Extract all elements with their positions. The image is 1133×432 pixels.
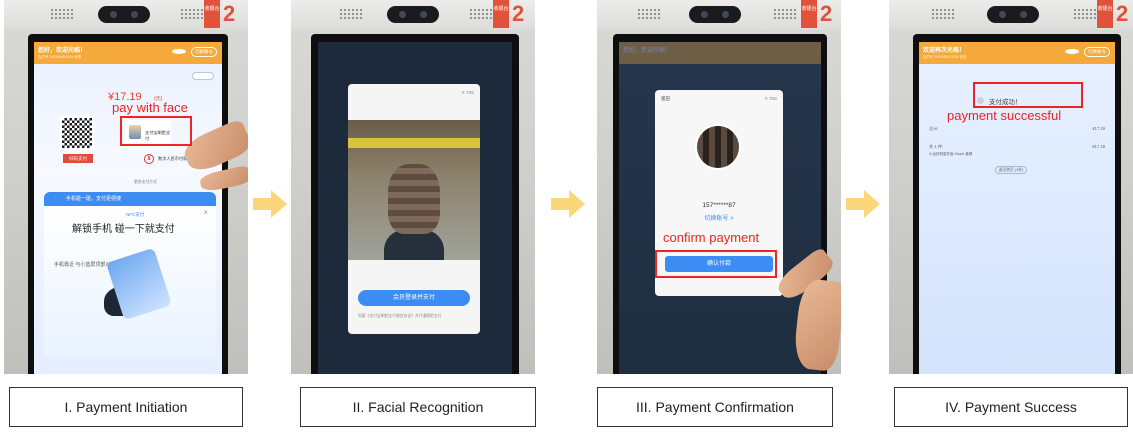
switch-account-button[interactable]: 切换账号 <box>1084 47 1110 57</box>
speaker-grille-icon <box>931 8 955 20</box>
person-shoulders <box>384 230 444 260</box>
back-button[interactable] <box>192 72 214 80</box>
timer[interactable]: X 78S <box>765 96 777 101</box>
user-avatar <box>695 124 741 170</box>
nfc-label: NFC支付 <box>126 212 145 217</box>
speaker-grille-icon <box>637 8 661 20</box>
kiosk-screen: X 78S 会员登录并支付 同意《支付宝刷脸支付服务协议》并开通刷脸支付 <box>318 42 512 374</box>
store-label: 蜜田 <box>661 96 670 101</box>
annotation-box <box>655 250 777 278</box>
kiosk-screen: 您好，欢迎光临！ 蜜田 X 78S 157******87 切换账号 > 确认付… <box>619 42 821 374</box>
screen-header-dimmed: 您好，欢迎光临！ <box>619 42 821 64</box>
caption-step-3: III. Payment Confirmation <box>597 387 833 427</box>
arrow-right-icon <box>846 190 880 218</box>
annotation-box <box>120 116 192 146</box>
counter-number: 2 <box>223 1 236 26</box>
counter-tag: 收银台 <box>204 0 220 28</box>
speaker-grille-icon <box>50 8 74 20</box>
header-title: 您好，欢迎光临！ <box>623 48 672 54</box>
close-icon[interactable]: × <box>203 208 208 217</box>
camera-icon <box>98 6 150 23</box>
kiosk-photo: 收银台 2 您好，欢迎光临！ 蜜田 X 78S 157******87 切换账号… <box>597 0 841 374</box>
panel-payment-confirmation: 收银台 2 您好，欢迎光临！ 蜜田 X 78S 157******87 切换账号… <box>597 0 841 374</box>
camera-icon <box>689 6 741 23</box>
header-title: 您好，欢迎光临！ <box>38 48 87 54</box>
speaker-grille-icon <box>180 8 204 20</box>
camera-preview <box>348 120 480 260</box>
arrow-right-icon <box>253 190 287 218</box>
switch-account-button[interactable]: 切换账号 <box>191 47 217 57</box>
panel-facial-recognition: 收银台 2 X 78S 会员登录并支付 同意《支付宝刷脸支付服务协议》并开通刷脸… <box>291 0 535 374</box>
more-payment-options[interactable]: 更多支付方式 <box>134 180 157 185</box>
screen-header: 欢迎再次光临！ 会员号 2023060001234 优惠 切换账号 <box>919 42 1115 64</box>
header-subtitle: 会员号 2023060001234 优惠 <box>38 55 82 59</box>
account-number: 157******87 <box>702 202 736 209</box>
switch-account-link[interactable]: 切换账号 > <box>655 213 783 222</box>
kiosk-photo: 收银台 2 您好，欢迎光临！ 会员号 2023060001234 优惠 切换账号… <box>4 0 248 374</box>
ecny-icon: ¥ <box>144 154 154 164</box>
panel-payment-success: 收银台 2 欢迎再次光临！ 会员号 2023060001234 优惠 切换账号 … <box>889 0 1133 374</box>
annotation-label: confirm payment <box>663 230 760 245</box>
face-scan-modal: X 78S 会员登录并支付 同意《支付宝刷脸支付服务协议》并开通刷脸支付 <box>348 84 480 334</box>
counter-number: 2 <box>512 1 525 26</box>
nfc-card: NFC支付 解锁手机 碰一下就支付 手机靠近 与小蓝屏顶部对齐 × <box>44 206 216 356</box>
header-title: 欢迎再次光临！ <box>923 48 966 54</box>
total-value: ¥17.19 <box>1092 126 1105 131</box>
speaker-grille-icon <box>339 8 363 20</box>
panel-payment-initiation: 收银台 2 您好，欢迎光临！ 会员号 2023060001234 优惠 切换账号… <box>4 0 248 374</box>
item-value: ¥17.19 <box>1092 144 1105 149</box>
tap-hint: 手机靠近 与小蓝屏顶部对齐 <box>54 262 116 268</box>
agreement-note[interactable]: 同意《支付宝刷脸支付服务协议》并开通刷脸支付 <box>358 314 442 319</box>
speaker-grille-icon <box>1073 8 1097 20</box>
annotation-label: payment successful <box>947 108 1062 123</box>
caption-step-2: II. Facial Recognition <box>300 387 536 427</box>
qr-code-icon <box>60 116 94 150</box>
kiosk-photo: 收银台 2 X 78S 会员登录并支付 同意《支付宝刷脸支付服务协议》并开通刷脸… <box>291 0 535 374</box>
camera-icon <box>387 6 439 23</box>
counter-tag: 收银台 <box>493 0 509 28</box>
screen-header: 您好，欢迎光临！ 会员号 2023060001234 优惠 切换账号 <box>34 42 222 64</box>
background-shelf <box>348 138 480 148</box>
speaker-grille-icon <box>469 8 493 20</box>
tap-to-pay-banner: 手机碰一碰，支付更便捷 <box>44 192 216 206</box>
counter-number: 2 <box>1116 1 1129 26</box>
annotation-box <box>973 82 1083 108</box>
kiosk-photo: 收银台 2 欢迎再次光临！ 会员号 2023060001234 优惠 切换账号 … <box>889 0 1133 374</box>
tap-title: 解锁手机 碰一下就支付 <box>72 224 175 235</box>
camera-icon <box>987 6 1039 23</box>
header-subtitle: 会员号 2023060001234 优惠 <box>923 55 967 59</box>
kiosk-screen: 您好，欢迎光临！ 会员号 2023060001234 优惠 切换账号 ¥17.1… <box>34 42 222 374</box>
caption-step-1: I. Payment Initiation <box>9 387 243 427</box>
speaker-grille-icon <box>773 8 797 20</box>
wave-icon <box>172 49 186 54</box>
counter-number: 2 <box>820 1 833 26</box>
scan-pay-button[interactable]: 扫码支付 <box>63 154 93 163</box>
wave-icon <box>1065 49 1079 54</box>
items-label: 共 1 件: <box>929 144 944 149</box>
total-label: 总计: <box>929 126 939 131</box>
counter-tag: 收银台 <box>801 0 817 28</box>
item-name: 小龙虾鲜香拌面 Staple 套餐 <box>929 152 973 156</box>
pixelated-face <box>388 164 440 234</box>
caption-step-4: IV. Payment Success <box>894 387 1128 427</box>
timer[interactable]: X 78S <box>462 90 474 95</box>
arrow-right-icon <box>551 190 585 218</box>
back-home-button[interactable]: 返回首页 (3秒) <box>995 166 1027 174</box>
annotation-label: pay with face <box>112 100 188 115</box>
counter-tag: 收银台 <box>1097 0 1113 28</box>
member-login-pay-button[interactable]: 会员登录并支付 <box>358 290 470 306</box>
